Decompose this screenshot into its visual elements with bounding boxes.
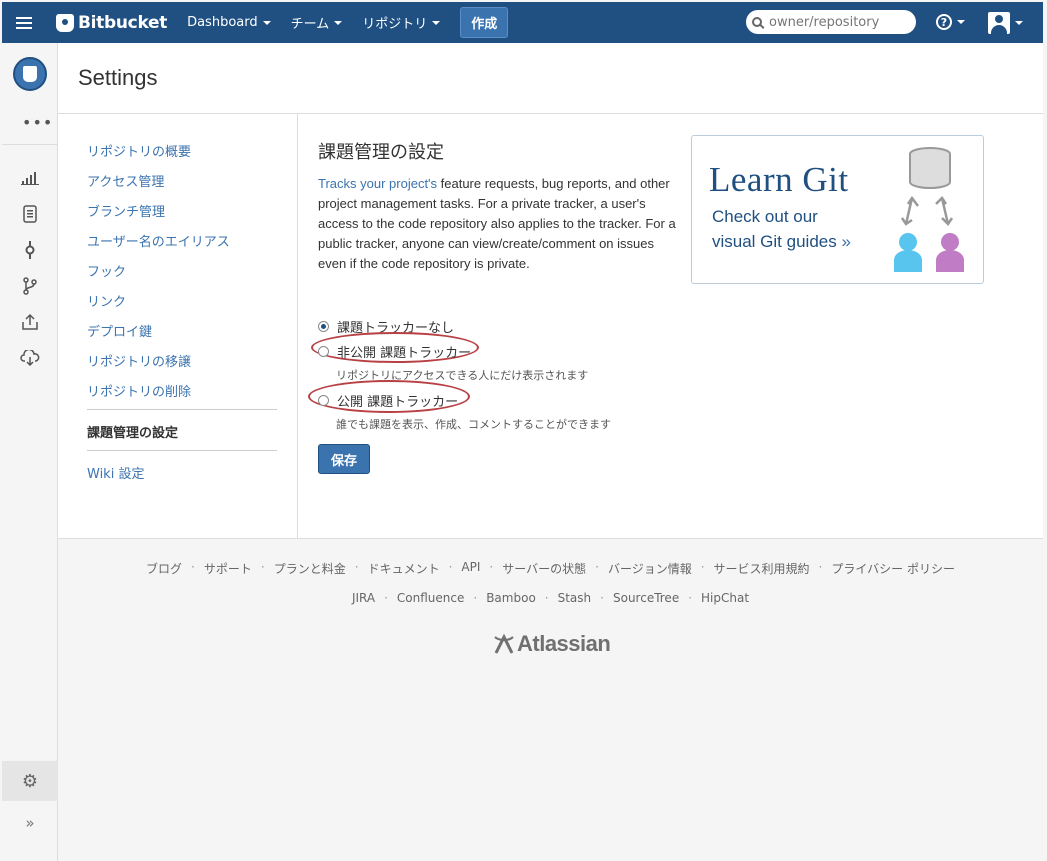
footer-link-version[interactable]: バージョン情報 [608,560,692,577]
footer-link-confluence[interactable]: Confluence [397,591,464,605]
chevron-down-icon [334,20,343,25]
nav-divider [87,450,277,451]
expand-sidebar-icon[interactable]: » [2,811,58,835]
promo-subtitle: Check out our visual Git guides » [712,204,892,254]
atlassian-logo-icon [494,633,514,654]
radio-private-tracker[interactable]: 非公開 課題トラッカー [318,342,471,361]
promo-title: Learn Git [709,160,849,199]
footer-link-pricing[interactable]: プランと料金 [274,560,346,577]
menu-icon[interactable] [16,2,48,43]
main-content: Settings リポジトリの概要 アクセス管理 ブランチ管理 ユーザー名のエイ… [58,43,1043,538]
footer-link-stash[interactable]: Stash [558,591,592,605]
nav-divider [87,409,277,410]
section-title: 課題管理の設定 [318,142,444,163]
create-button[interactable]: 作成 [460,7,509,38]
settings-link-delete[interactable]: リポジトリの削除 [87,381,191,400]
git-illustration-icon [894,147,964,272]
settings-link-wiki[interactable]: Wiki 設定 [87,463,144,482]
nav-dashboard-label: Dashboard [187,15,258,30]
stats-icon[interactable] [20,168,40,188]
save-button[interactable]: 保存 [318,444,370,474]
promo-line1: Check out our [712,207,818,226]
search-icon [752,17,762,27]
source-icon[interactable] [20,204,40,224]
footer-link-support[interactable]: サポート [204,560,252,577]
sidebar-divider [2,144,58,145]
description: Tracks your project's feature requests, … [318,174,678,274]
settings-link-aliases[interactable]: ユーザー名のエイリアス [87,231,230,250]
more-icon[interactable]: ••• [22,113,53,132]
radio-button[interactable] [318,346,329,357]
settings-link-overview[interactable]: リポジトリの概要 [87,141,191,160]
radio-public-tracker[interactable]: 公開 課題トラッカー [318,391,458,410]
bitbucket-logo-icon [56,13,74,32]
pull-requests-icon[interactable] [20,312,40,332]
settings-link-branches[interactable]: ブランチ管理 [87,201,165,220]
nav-repositories-label: リポジトリ [362,17,428,32]
help-icon: ? [936,14,952,30]
search-box[interactable] [746,10,916,34]
search-input[interactable] [767,13,907,31]
issue-tracker-settings: 課題管理の設定 Tracks your project's feature re… [308,114,1018,538]
settings-gear-icon[interactable]: ⚙ [2,761,58,801]
radio-label: 非公開 課題トラッカー [337,346,472,361]
downloads-icon[interactable] [20,348,40,368]
repo-avatar[interactable] [13,57,47,91]
learn-git-banner[interactable]: Learn Git Check out our visual Git guide… [691,135,984,284]
settings-link-transfer[interactable]: リポジトリの移譲 [87,351,191,370]
footer-link-privacy[interactable]: プライバシー ポリシー [831,560,955,577]
footer-link-bamboo[interactable]: Bamboo [486,591,536,605]
footer-link-terms[interactable]: サービス利用規約 [714,560,810,577]
chevron-down-icon [432,20,441,25]
top-navigation-bar: Bitbucket Dashboard チーム リポジトリ 作成 ? [2,2,1043,43]
chevron-down-icon [957,20,965,24]
promo-line2: visual Git guides [712,232,837,251]
radio-button[interactable] [318,321,329,332]
atlassian-logo[interactable]: Atlassian [493,631,611,657]
settings-link-issue-tracker-current[interactable]: 課題管理の設定 [87,422,178,441]
nav-repositories[interactable]: リポジトリ [362,13,441,32]
settings-link-access[interactable]: アクセス管理 [87,171,164,190]
page-header: Settings [58,43,1043,114]
settings-link-hooks[interactable]: フック [87,261,126,280]
footer-links: ブログ · サポート · プランと料金 · ドキュメント · API · サーバーの状態 ·… [146,560,955,577]
commits-icon[interactable] [20,240,40,260]
avatar [988,12,1010,34]
logo-text: Bitbucket [78,12,168,33]
footer-link-api[interactable]: API [461,560,480,577]
settings-link-links[interactable]: リンク [87,291,126,310]
user-menu[interactable] [988,12,1023,34]
chevron-down-icon [262,20,271,25]
nav-dashboard[interactable]: Dashboard [187,15,271,30]
settings-nav: リポジトリの概要 アクセス管理 ブランチ管理 ユーザー名のエイリアス フック リ… [58,114,298,538]
radio-button[interactable] [318,395,329,406]
nav-teams[interactable]: チーム [291,13,343,32]
footer-link-sourcetree[interactable]: SourceTree [613,591,679,605]
footer-link-blog[interactable]: ブログ [146,560,182,577]
footer: ブログ · サポート · プランと料金 · ドキュメント · API · サーバーの状態 ·… [58,538,1043,861]
bitbucket-logo[interactable]: Bitbucket [56,13,167,33]
radio-label: 公開 課題トラッカー [337,395,459,410]
atlassian-text: Atlassian [517,631,611,656]
footer-link-jira[interactable]: JIRA [352,591,375,605]
promo-arrow-icon: » [841,232,851,251]
nav-teams-label: チーム [290,17,330,32]
footer-link-status[interactable]: サーバーの状態 [502,560,586,577]
repo-sidebar: ••• ⚙ » [2,43,58,861]
description-link[interactable]: Tracks your project's [318,176,437,191]
footer-link-docs[interactable]: ドキュメント [368,560,440,577]
footer-link-hipchat[interactable]: HipChat [701,591,749,605]
main-nav: Dashboard チーム リポジトリ 作成 [187,7,509,38]
bucket-icon [23,66,37,82]
footer-product-links: JIRA · Confluence · Bamboo · Stash · SourceT… [351,591,750,605]
branches-icon[interactable] [20,276,40,296]
chevron-down-icon [1015,21,1023,25]
page-title: Settings [78,65,158,90]
settings-link-deploy-keys[interactable]: デプロイ鍵 [87,321,152,340]
radio-hint: 誰でも課題を表示、作成、コメントすることができます [336,418,611,431]
help-menu[interactable]: ? [936,14,965,30]
